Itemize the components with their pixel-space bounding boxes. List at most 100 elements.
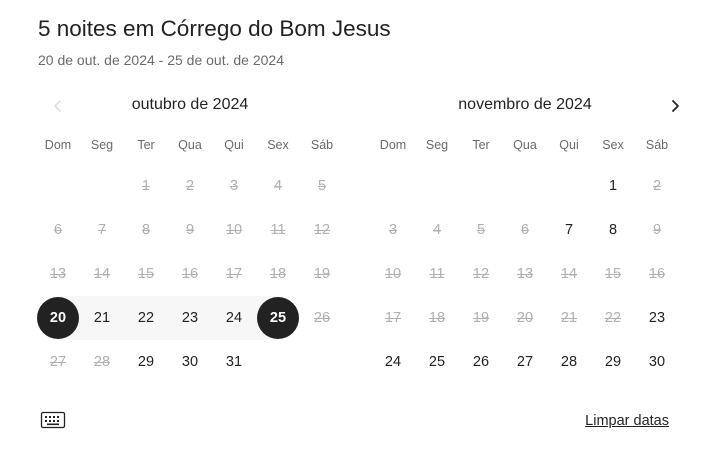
month-title: novembro de 2024: [458, 96, 592, 113]
weekday-label: Qua: [178, 138, 202, 152]
day-number: 21: [560, 310, 578, 326]
calendar-day[interactable]: 1: [591, 164, 635, 208]
weekday-label: Seg: [90, 138, 114, 152]
day-number: 27: [49, 354, 67, 370]
day-number: 6: [53, 222, 63, 238]
empty-cell: [36, 164, 80, 208]
calendar-day: 6: [503, 208, 547, 252]
day-number: 10: [225, 222, 243, 238]
day-number: 4: [273, 178, 283, 194]
keyboard-icon: [40, 411, 66, 429]
day-number: 29: [137, 354, 155, 370]
calendar-day[interactable]: 23: [635, 296, 679, 340]
day-grid: 1 2 3 4 5 6 7 8 9 10 11 12 13 14 15 16 17 18 19 20 21 22 23 24 2…: [371, 164, 679, 384]
calendar-day: 26: [300, 296, 344, 340]
weekday-label: Qua: [513, 138, 537, 152]
calendar-day[interactable]: 31: [212, 340, 256, 384]
calendar-day[interactable]: 25: [415, 340, 459, 384]
day-number: 25: [428, 354, 446, 370]
day-number: 24: [384, 354, 402, 370]
day-number: 9: [652, 222, 662, 238]
empty-cell: [459, 164, 503, 208]
day-number: 1: [608, 178, 618, 194]
weekday-label: Qui: [224, 138, 244, 152]
calendar-day[interactable]: 21: [80, 296, 124, 340]
next-month-button[interactable]: [659, 90, 691, 122]
empty-cell: [547, 164, 591, 208]
day-number: 11: [270, 222, 286, 238]
day-number: 1: [141, 178, 151, 194]
day-number: 13: [49, 266, 67, 282]
calendar-day[interactable]: 22: [124, 296, 168, 340]
day-number: 8: [141, 222, 151, 238]
day-number: 10: [384, 266, 402, 282]
day-number: 4: [432, 222, 442, 238]
day-number: 11: [429, 266, 445, 282]
calendar-day: 9: [168, 208, 212, 252]
calendar-title: 5 noites em Córrego do Bom Jesus: [38, 16, 391, 41]
month-october: outubro de 2024 Dom Seg Ter Qua Qui Sex Sáb 12…: [36, 90, 344, 384]
calendar-day[interactable]: 8: [591, 208, 635, 252]
day-number: 5: [476, 222, 486, 238]
month-header: outubro de 2024: [36, 90, 344, 122]
keyboard-shortcuts-button[interactable]: [40, 410, 66, 430]
day-number: 22: [137, 310, 155, 326]
month-header: novembro de 2024: [371, 90, 679, 122]
calendar-day[interactable]: 24: [371, 340, 415, 384]
day-number: 16: [181, 266, 199, 282]
day-number: 13: [516, 266, 534, 282]
chevron-right-icon: [672, 100, 679, 112]
weekday-label: Qui: [559, 138, 579, 152]
day-number: 6: [520, 222, 530, 238]
day-number: 20: [49, 310, 67, 326]
calendar-day: 5: [300, 164, 344, 208]
calendar-day: 15: [124, 252, 168, 296]
day-number: 23: [181, 310, 199, 326]
day-grid: 1 2 3 4 5 6 7 8 9 10 11 12 13 14 15 16 17 18 19 20 21 22 23 24 2…: [36, 164, 344, 384]
calendar-day: 3: [371, 208, 415, 252]
day-number: 19: [313, 266, 331, 282]
clear-dates-button[interactable]: Limpar datas: [585, 413, 669, 429]
empty-cell: [415, 164, 459, 208]
calendar-day: 1: [124, 164, 168, 208]
calendar-day[interactable]: 28: [547, 340, 591, 384]
calendar-day[interactable]: 7: [547, 208, 591, 252]
day-number: 17: [384, 310, 402, 326]
calendar-day: 3: [212, 164, 256, 208]
month-november: novembro de 2024 Dom Seg Ter Qua Qui Sex Sáb 1…: [371, 90, 679, 384]
day-number: 30: [181, 354, 199, 370]
weekday-header: Dom Seg Ter Qua Qui Sex Sáb: [371, 138, 679, 152]
calendar-day: 14: [80, 252, 124, 296]
calendar-day[interactable]: 30: [168, 340, 212, 384]
weekday-label: Ter: [137, 138, 155, 152]
calendar-day[interactable]: 29: [124, 340, 168, 384]
calendar-day: 19: [459, 296, 503, 340]
day-number: 24: [225, 310, 243, 326]
calendar-day[interactable]: 25: [256, 296, 300, 340]
calendar-day: 10: [371, 252, 415, 296]
calendar-day: 17: [212, 252, 256, 296]
calendar-day[interactable]: 30: [635, 340, 679, 384]
weekday-label: Seg: [425, 138, 449, 152]
calendar-day[interactable]: 20: [36, 296, 80, 340]
calendar-day[interactable]: 26: [459, 340, 503, 384]
calendar-day[interactable]: 23: [168, 296, 212, 340]
day-number: 23: [648, 310, 666, 326]
day-number: 17: [225, 266, 243, 282]
calendar-day[interactable]: 29: [591, 340, 635, 384]
day-number: 2: [185, 178, 195, 194]
calendar-day[interactable]: 27: [503, 340, 547, 384]
empty-cell: [503, 164, 547, 208]
weekday-label: Sex: [267, 138, 289, 152]
weekday-label: Dom: [379, 138, 407, 152]
calendar-day[interactable]: 24: [212, 296, 256, 340]
calendar-day: 11: [415, 252, 459, 296]
calendar-day: 19: [300, 252, 344, 296]
calendar-day: 18: [256, 252, 300, 296]
day-number: 22: [604, 310, 622, 326]
weekday-label: Sáb: [645, 138, 669, 152]
calendar-day: 16: [168, 252, 212, 296]
calendar-day: 12: [300, 208, 344, 252]
day-number: 14: [93, 266, 111, 282]
day-number: 14: [560, 266, 578, 282]
